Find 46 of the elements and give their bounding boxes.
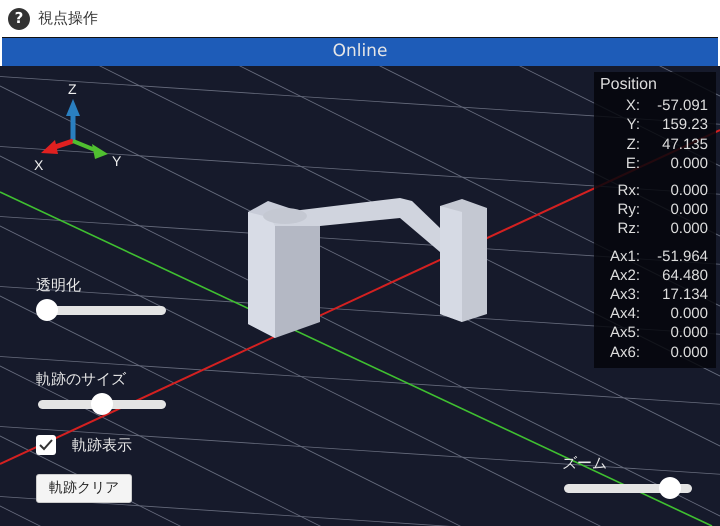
slider-track[interactable] xyxy=(562,476,694,498)
coordinate-label: Rx: xyxy=(616,181,640,200)
help-icon[interactable]: ? xyxy=(8,8,30,30)
slider-thumb[interactable] xyxy=(658,476,681,498)
coordinate-label: Ax3: xyxy=(608,285,640,304)
coordinate-label: Y: xyxy=(626,115,640,135)
window-title: 視点操作 xyxy=(38,8,98,30)
coordinate-value: 0.000 xyxy=(669,200,708,220)
axis-label: X xyxy=(34,157,44,173)
coordinate-label: Ax2: xyxy=(608,266,640,286)
coordinate-value: -57.091 xyxy=(656,96,708,116)
coordinate-value: 17.134 xyxy=(661,285,708,304)
checkbox[interactable] xyxy=(36,435,56,456)
coordinate-label: X: xyxy=(624,96,640,116)
coordinate-label: Ax4: xyxy=(608,304,640,324)
control-label: 軌跡表示 xyxy=(72,435,132,456)
control-label: ズーム xyxy=(562,453,608,474)
coordinate-label: E: xyxy=(624,154,640,174)
coordinate-value: -51.964 xyxy=(656,246,708,266)
coordinate-value: 47.135 xyxy=(661,134,708,154)
coordinate-label: Rz: xyxy=(616,219,640,239)
coordinate-value: 0.000 xyxy=(669,342,708,362)
coordinate-value: 0.000 xyxy=(669,181,708,200)
coordinate-label: Z: xyxy=(626,134,640,154)
coordinate-value: 0.000 xyxy=(669,219,708,239)
control-label: 透明化 xyxy=(36,275,82,296)
coordinate-label: Ax6: xyxy=(608,342,640,362)
coordinate-value: 159.23 xyxy=(661,115,708,135)
coordinate-label: Ax1: xyxy=(608,246,640,266)
coordinate-value: 0.000 xyxy=(669,154,708,174)
control-label: 軌跡のサイズ xyxy=(36,369,127,390)
panel-title: Position xyxy=(600,75,658,94)
slider-track[interactable] xyxy=(36,298,168,320)
status-bar: Online xyxy=(2,37,718,66)
coordinate-label: Ax5: xyxy=(608,323,640,343)
clear-button[interactable]: 軌跡クリア xyxy=(36,474,132,503)
slider-track[interactable] xyxy=(36,392,168,414)
coordinate-value: 64.480 xyxy=(661,266,708,286)
axis-label: Z xyxy=(68,81,77,97)
axis-label: Y xyxy=(112,153,122,169)
slider-thumb[interactable] xyxy=(91,392,113,414)
slider-thumb[interactable] xyxy=(36,298,58,320)
coordinate-value: 0.000 xyxy=(669,323,708,343)
coordinate-label: Ry: xyxy=(616,200,640,220)
coordinate-value: 0.000 xyxy=(669,304,708,324)
axes-gizmo-drawing xyxy=(41,99,108,159)
